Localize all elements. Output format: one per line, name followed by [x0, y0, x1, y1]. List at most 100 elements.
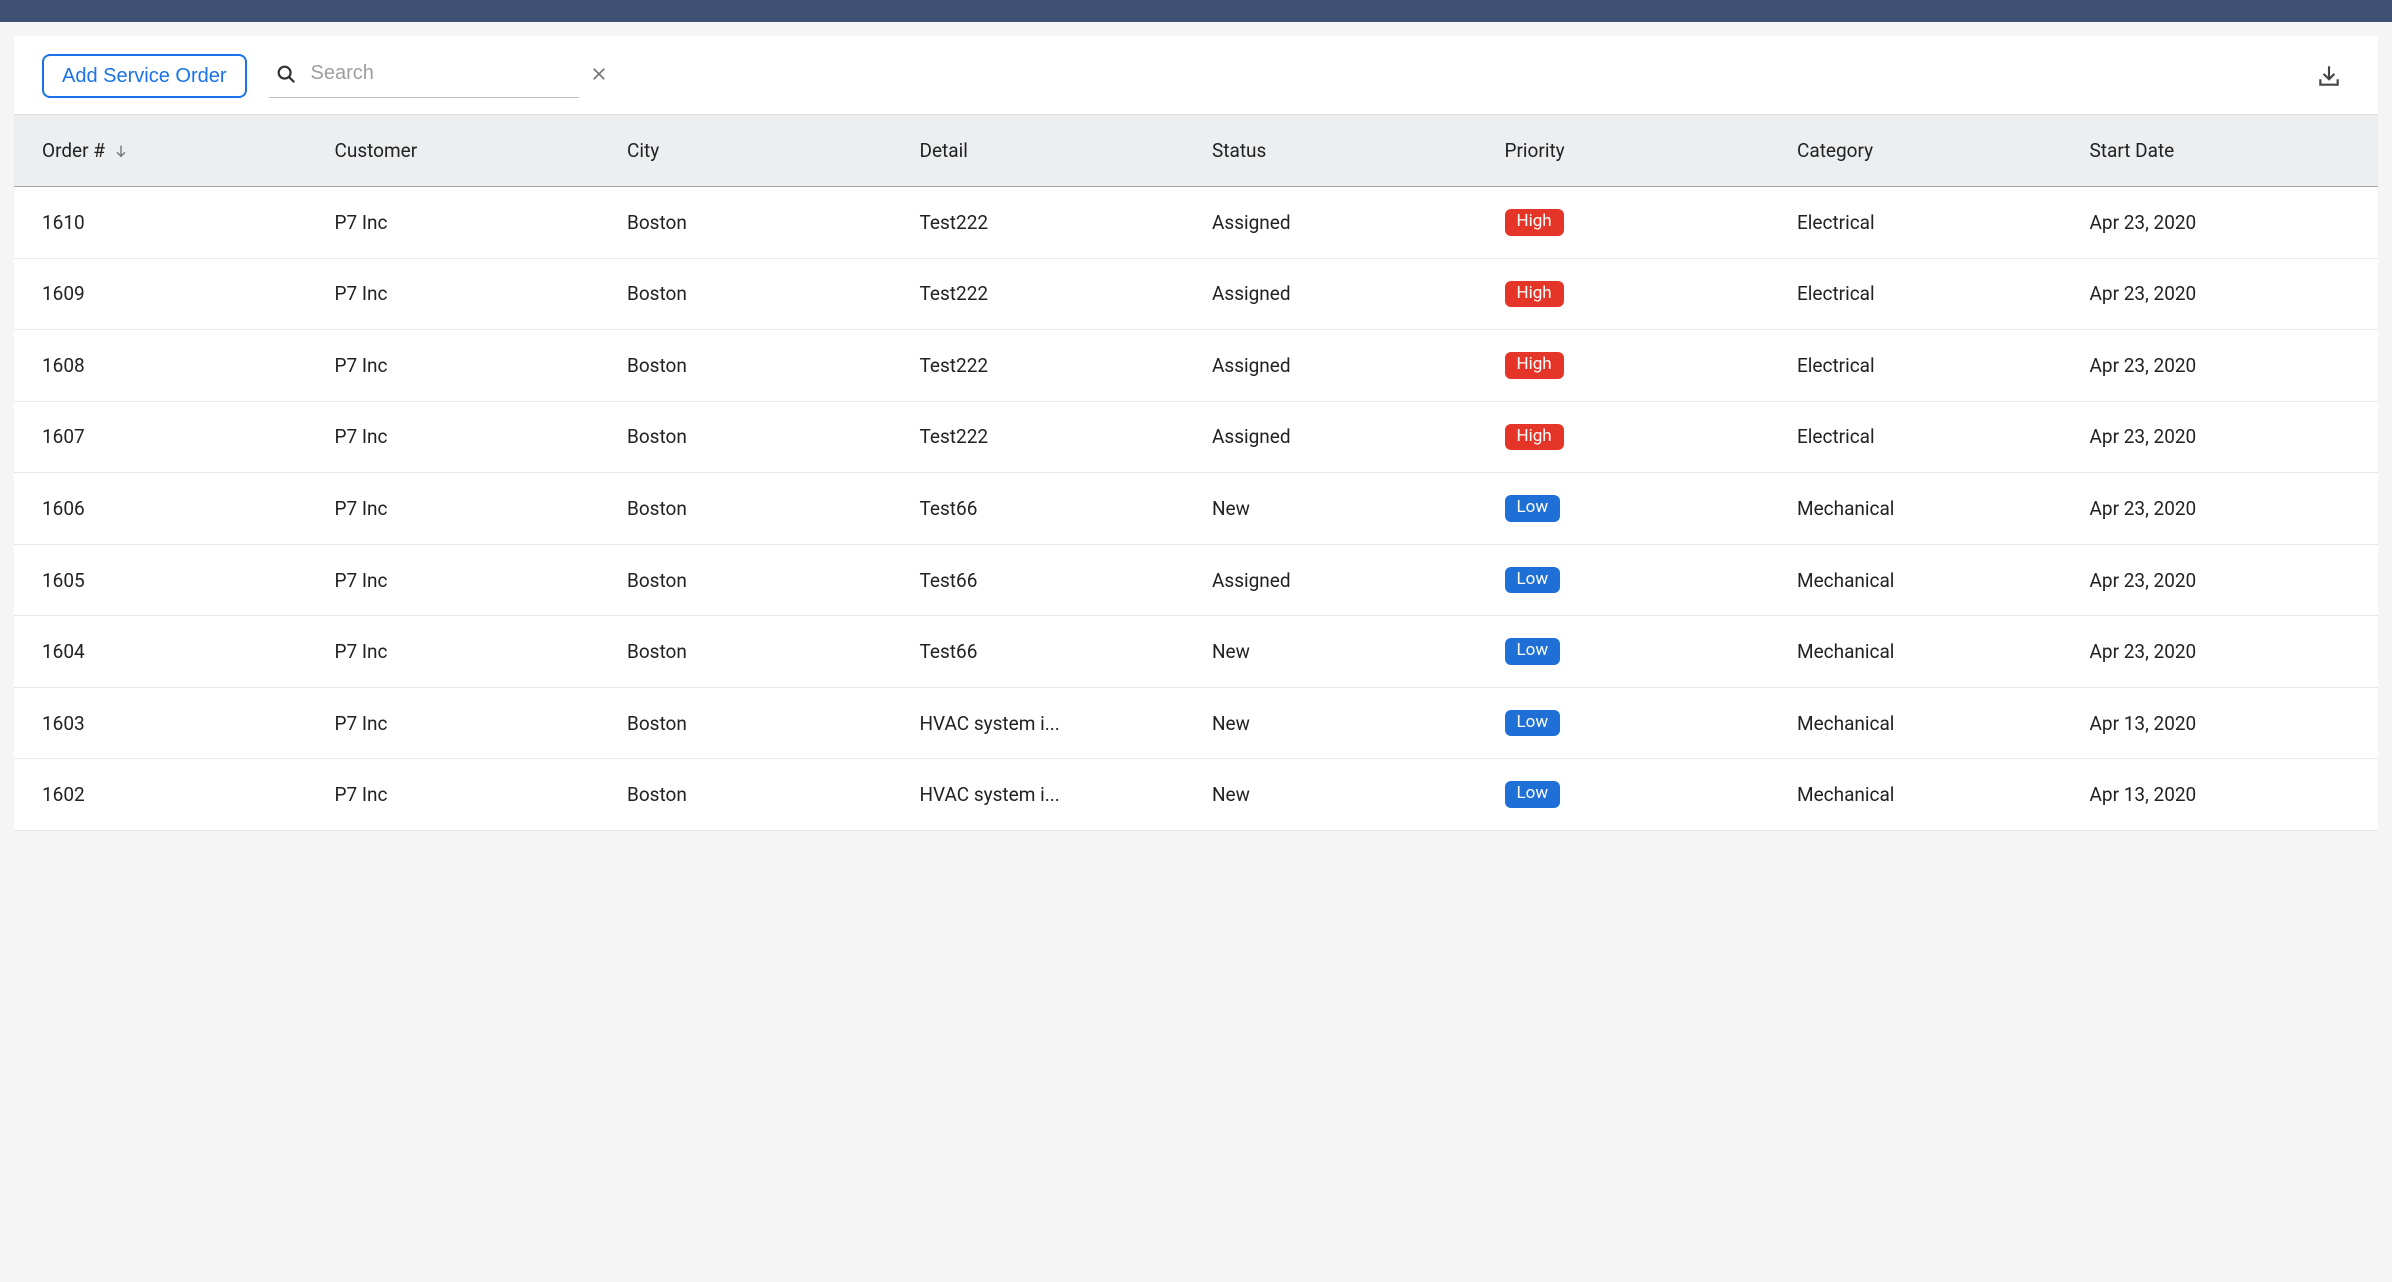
cell-status: New: [1196, 473, 1489, 544]
cell-city: Boston: [611, 259, 904, 330]
cell-priority: Low: [1489, 545, 1782, 616]
cell-city: Boston: [611, 330, 904, 401]
cell-status: Assigned: [1196, 402, 1489, 473]
cell-priority: High: [1489, 259, 1782, 330]
priority-badge: Low: [1505, 495, 1561, 522]
cell-priority: Low: [1489, 616, 1782, 687]
priority-badge: Low: [1505, 710, 1561, 737]
cell-order: 1603: [26, 688, 319, 759]
service-orders-panel: Add Service Order: [14, 36, 2378, 831]
cell-startdate: Apr 13, 2020: [2074, 759, 2367, 830]
table-body: 1610P7 IncBostonTest222AssignedHighElect…: [14, 187, 2378, 831]
cell-order: 1604: [26, 616, 319, 687]
cell-category: Electrical: [1781, 187, 2074, 258]
download-button[interactable]: [2312, 59, 2346, 93]
cell-category: Mechanical: [1781, 759, 2074, 830]
cell-detail: Test222: [904, 259, 1197, 330]
cell-category: Mechanical: [1781, 545, 2074, 616]
column-header-customer[interactable]: Customer: [319, 115, 612, 186]
cell-detail: Test222: [904, 187, 1197, 258]
cell-order: 1608: [26, 330, 319, 401]
cell-category: Mechanical: [1781, 616, 2074, 687]
table-row[interactable]: 1604P7 IncBostonTest66NewLowMechanicalAp…: [14, 616, 2378, 688]
cell-startdate: Apr 23, 2020: [2074, 473, 2367, 544]
priority-badge: Low: [1505, 567, 1561, 594]
cell-detail: Test222: [904, 330, 1197, 401]
cell-startdate: Apr 23, 2020: [2074, 187, 2367, 258]
app-topbar: [0, 0, 2392, 22]
cell-customer: P7 Inc: [319, 473, 612, 544]
cell-priority: High: [1489, 402, 1782, 473]
priority-badge: Low: [1505, 781, 1561, 808]
cell-startdate: Apr 23, 2020: [2074, 616, 2367, 687]
table-row[interactable]: 1610P7 IncBostonTest222AssignedHighElect…: [14, 187, 2378, 259]
column-header-label: Priority: [1505, 139, 1565, 162]
cell-city: Boston: [611, 187, 904, 258]
cell-startdate: Apr 23, 2020: [2074, 259, 2367, 330]
add-service-order-button[interactable]: Add Service Order: [42, 54, 247, 98]
table-row[interactable]: 1608P7 IncBostonTest222AssignedHighElect…: [14, 330, 2378, 402]
table-row[interactable]: 1605P7 IncBostonTest66AssignedLowMechani…: [14, 545, 2378, 617]
column-header-category[interactable]: Category: [1781, 115, 2074, 186]
cell-customer: P7 Inc: [319, 688, 612, 759]
priority-badge: Low: [1505, 638, 1561, 665]
table-header: Order # Customer City Detail Status Priority C…: [14, 114, 2378, 187]
priority-badge: High: [1505, 281, 1564, 308]
cell-order: 1602: [26, 759, 319, 830]
table-row[interactable]: 1602P7 IncBostonHVAC system i...NewLowMe…: [14, 759, 2378, 831]
cell-customer: P7 Inc: [319, 759, 612, 830]
table-row[interactable]: 1609P7 IncBostonTest222Assigned High Elect…: [14, 259, 2378, 331]
column-header-priority[interactable]: Priority: [1489, 115, 1782, 186]
priority-badge: High: [1505, 209, 1564, 236]
column-header-startdate[interactable]: Start Date: [2074, 115, 2367, 186]
cell-status: New: [1196, 688, 1489, 759]
column-header-label: City: [627, 139, 659, 162]
cell-customer: P7 Inc: [319, 616, 612, 687]
clear-search-button[interactable]: [586, 61, 612, 87]
cell-customer: P7 Inc: [319, 545, 612, 616]
table-row[interactable]: 1606P7 IncBostonTest66New Low MechanicalAp…: [14, 473, 2378, 545]
column-header-city[interactable]: City: [611, 115, 904, 186]
cell-city: Boston: [611, 402, 904, 473]
column-header-status[interactable]: Status: [1196, 115, 1489, 186]
cell-city: Boston: [611, 473, 904, 544]
cell-city: Boston: [611, 688, 904, 759]
toolbar: Add Service Order: [14, 36, 2378, 114]
cell-detail: Test66: [904, 616, 1197, 687]
table-row[interactable]: 1607P7 IncBostonTest222AssignedHighElect…: [14, 402, 2378, 474]
cell-startdate: Apr 23, 2020: [2074, 330, 2367, 401]
column-header-label: Order #: [42, 139, 105, 162]
cell-priority: High: [1489, 187, 1782, 258]
cell-customer: P7 Inc: [319, 259, 612, 330]
column-header-label: Start Date: [2090, 139, 2175, 162]
cell-category: Mechanical: [1781, 473, 2074, 544]
cell-status: Assigned: [1196, 259, 1489, 330]
cell-category: Electrical: [1781, 402, 2074, 473]
search-input[interactable]: [311, 62, 576, 85]
cell-status: New: [1196, 759, 1489, 830]
column-header-detail[interactable]: Detail: [904, 115, 1197, 186]
cell-category: Mechanical: [1781, 688, 2074, 759]
cell-priority: Low: [1489, 688, 1782, 759]
column-header-label: Detail: [920, 139, 968, 162]
cell-priority: Low: [1489, 759, 1782, 830]
cell-detail: HVAC system i...: [904, 688, 1197, 759]
search-icon: [271, 59, 301, 89]
column-header-order[interactable]: Order #: [26, 115, 319, 186]
cell-customer: P7 Inc: [319, 402, 612, 473]
cell-city: Boston: [611, 759, 904, 830]
cell-order: 1610: [26, 187, 319, 258]
cell-order: 1605: [26, 545, 319, 616]
cell-status: Assigned: [1196, 545, 1489, 616]
sort-desc-icon: [113, 143, 129, 159]
cell-status: Assigned: [1196, 330, 1489, 401]
cell-detail: Test66: [904, 545, 1197, 616]
table-row[interactable]: 1603P7 IncBostonHVAC system i...New Low Me…: [14, 688, 2378, 760]
column-header-label: Category: [1797, 139, 1873, 162]
cell-order: 1606: [26, 473, 319, 544]
cell-order: 1609: [26, 259, 319, 330]
cell-priority: High: [1489, 330, 1782, 401]
cell-detail: Test66: [904, 473, 1197, 544]
cell-category: Electrical: [1781, 259, 2074, 330]
cell-startdate: Apr 23, 2020: [2074, 402, 2367, 473]
